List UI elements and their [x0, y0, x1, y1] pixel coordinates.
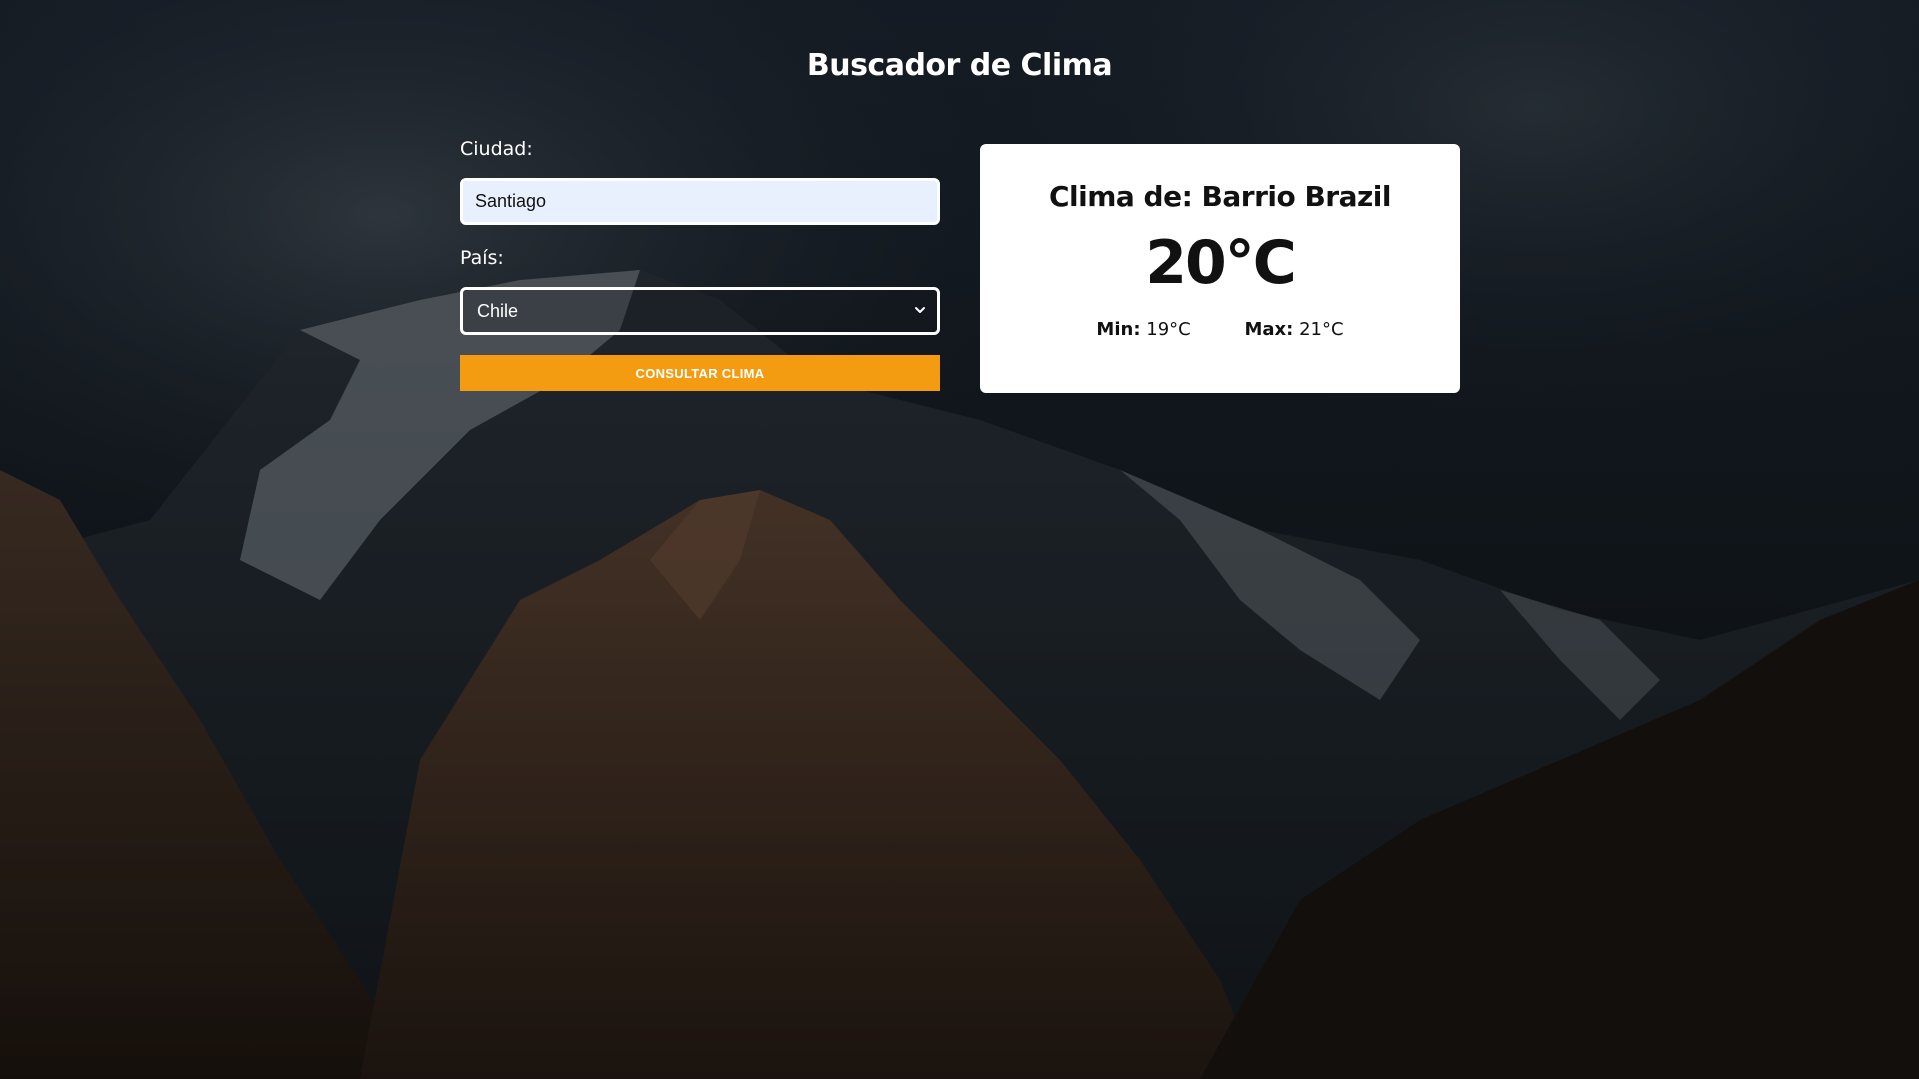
chevron-down-icon: [915, 307, 925, 313]
min-label: Min:: [1096, 319, 1141, 340]
city-input[interactable]: [460, 178, 940, 225]
weather-result-card: Clima de: Barrio Brazil 20°C Min: 19°C M…: [980, 144, 1460, 393]
country-select[interactable]: Chile: [460, 287, 940, 335]
current-temperature: 20°C: [1145, 228, 1297, 298]
max-temperature: Max: 21°C: [1244, 319, 1343, 340]
page: Buscador de Clima Ciudad: País: Chile CO…: [0, 0, 1919, 1079]
max-value: 21°C: [1299, 319, 1344, 340]
weather-search-form: Ciudad: País: Chile CONSULTAR CLIMA: [460, 138, 940, 391]
min-temperature: Min: 19°C: [1096, 319, 1190, 340]
mountain-background-image: [0, 0, 1919, 1079]
page-title: Buscador de Clima: [806, 48, 1113, 83]
max-label: Max:: [1244, 319, 1294, 340]
country-label: País:: [460, 247, 504, 269]
result-heading: Clima de: Barrio Brazil: [1048, 180, 1392, 213]
min-max-row: Min: 19°C Max: 21°C: [980, 319, 1460, 340]
city-label: Ciudad:: [460, 138, 533, 160]
country-select-value: Chile: [477, 301, 519, 321]
min-value: 19°C: [1146, 319, 1191, 340]
consultar-clima-button[interactable]: CONSULTAR CLIMA: [460, 355, 940, 391]
